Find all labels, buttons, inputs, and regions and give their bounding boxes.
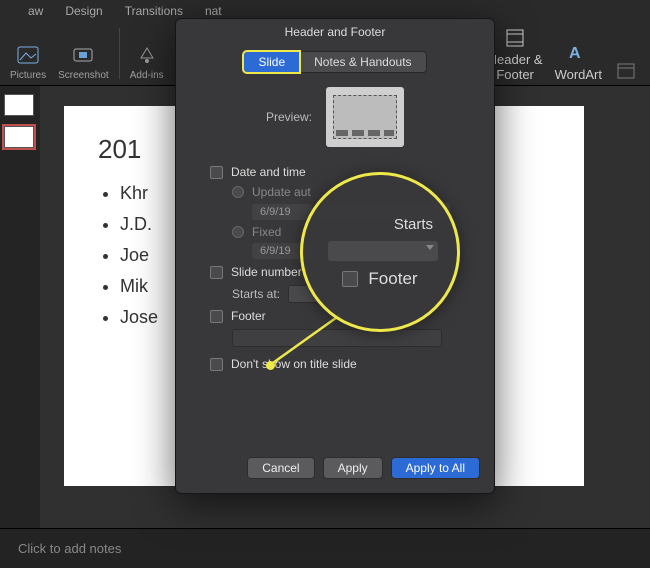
callout-endpoint (266, 361, 275, 370)
callout-footer-checkbox[interactable] (342, 271, 358, 287)
callout-starts-label: Starts (394, 216, 433, 233)
callout-select (328, 241, 438, 261)
callout-zoom: Starts Footer (300, 172, 460, 332)
callout-footer-label: Footer (368, 269, 417, 289)
